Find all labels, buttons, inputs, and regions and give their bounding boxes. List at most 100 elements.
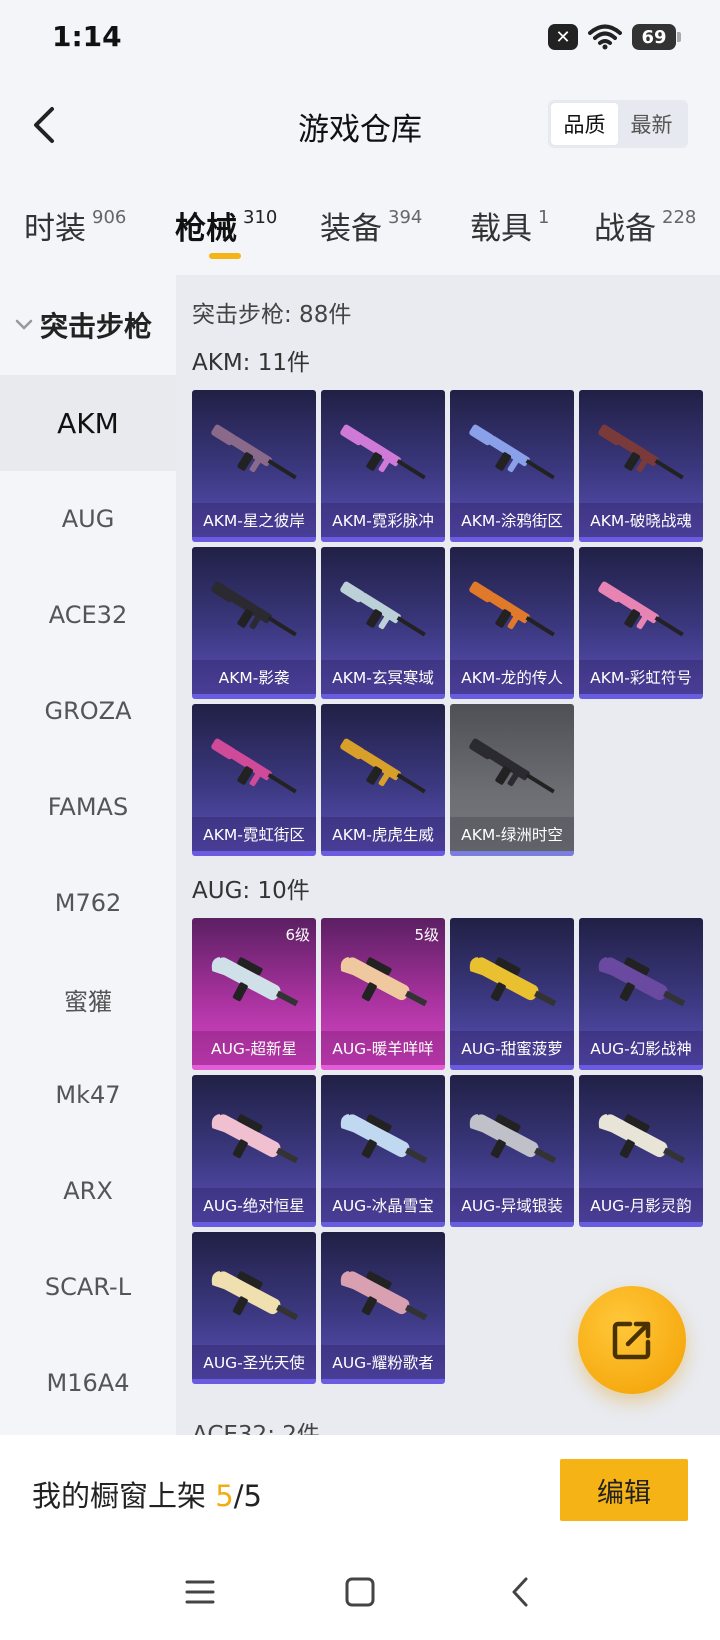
sidebar-category-header[interactable]: 突击步枪 xyxy=(0,275,176,375)
bullpup-rifle-icon xyxy=(211,1113,299,1164)
tab-equipment[interactable]: 装备 394 xyxy=(320,203,422,248)
home-button[interactable] xyxy=(335,1567,385,1617)
tab-firearms[interactable]: 枪械 310 xyxy=(175,203,277,248)
rifle-icon xyxy=(340,738,426,794)
skin-name: AKM-霓虹街区 xyxy=(192,817,316,851)
skin-card[interactable]: AKM-虎虎生威 xyxy=(321,704,445,856)
showcase-max-count: 5 xyxy=(243,1479,262,1513)
skin-card[interactable]: AUG-圣光天使 xyxy=(192,1232,316,1384)
sidebar-item-honey-badger[interactable]: 蜜獾 xyxy=(0,951,176,1047)
skin-name: AKM-破晓战魂 xyxy=(579,503,703,537)
weapon-grid-panel: 突击步枪: 88件 AKM: 11件 AKM-星之彼岸 AKM-霓彩脉冲 AKM… xyxy=(176,275,720,1435)
skin-card[interactable]: AKM-星之彼岸 xyxy=(192,390,316,542)
sidebar-item-arx[interactable]: ARX xyxy=(0,1143,176,1239)
skin-name: AKM-彩虹符号 xyxy=(579,660,703,694)
share-button[interactable] xyxy=(578,1286,686,1394)
sidebar-item-ace32[interactable]: ACE32 xyxy=(0,567,176,663)
skin-card[interactable]: AUG-幻影战神 xyxy=(579,918,703,1070)
status-icons: ✕ 69 xyxy=(548,24,681,50)
skin-name: AUG-圣光天使 xyxy=(192,1345,316,1379)
back-button[interactable] xyxy=(18,100,68,150)
rifle-icon xyxy=(469,424,555,480)
sidebar-item-famas[interactable]: FAMAS xyxy=(0,759,176,855)
chevron-left-icon xyxy=(34,107,54,143)
showcase-separator: / xyxy=(233,1479,244,1513)
showcase-used-count: 5 xyxy=(215,1479,234,1513)
skin-name: AUG-月影灵韵 xyxy=(579,1188,703,1222)
sidebar-item-m16a4[interactable]: M16A4 xyxy=(0,1335,176,1431)
tab-vehicles[interactable]: 载具 1 xyxy=(470,203,549,248)
sidebar-item-groza[interactable]: GROZA xyxy=(0,663,176,759)
level-badge: 5级 xyxy=(414,926,439,944)
skin-card[interactable]: 5级 AUG-暖羊咩咩 xyxy=(321,918,445,1070)
skin-card[interactable]: 6级 AUG-超新星 xyxy=(192,918,316,1070)
skin-card[interactable]: AKM-涂鸦街区 xyxy=(450,390,574,542)
bullpup-rifle-icon xyxy=(211,1270,299,1321)
bullpup-rifle-icon xyxy=(598,956,686,1007)
bullpup-rifle-icon xyxy=(340,1113,428,1164)
wifi-icon xyxy=(588,24,622,50)
skin-name: AUG-超新星 xyxy=(192,1031,316,1065)
group-title-aug: AUG: 10件 xyxy=(192,878,310,904)
tab-count: 906 xyxy=(92,207,127,228)
chevron-down-icon xyxy=(15,319,33,330)
system-nav-bar xyxy=(0,1545,720,1640)
skin-name: AKM-星之彼岸 xyxy=(192,503,316,537)
skin-card[interactable]: AUG-异域银装 xyxy=(450,1075,574,1227)
nav-back-button[interactable] xyxy=(495,1567,545,1617)
skin-card[interactable]: AKM-绿洲时空 xyxy=(450,704,574,856)
menu-button[interactable] xyxy=(175,1567,225,1617)
skin-card[interactable]: AKM-霓彩脉冲 xyxy=(321,390,445,542)
sidebar-item-aug[interactable]: AUG xyxy=(0,471,176,567)
sidebar-item-m762[interactable]: M762 xyxy=(0,855,176,951)
skin-card[interactable]: AKM-影袭 xyxy=(192,547,316,699)
sidebar-item-akm[interactable]: AKM xyxy=(0,375,176,471)
tab-fashion[interactable]: 时装 906 xyxy=(24,203,126,248)
weapon-sidebar: 突击步枪 AKM AUG ACE32 GROZA FAMAS M762 蜜獾 M… xyxy=(0,275,176,1435)
showcase-bar: 我的橱窗上架 5/5 编辑 xyxy=(0,1435,720,1545)
skin-card[interactable]: AUG-绝对恒星 xyxy=(192,1075,316,1227)
sidebar-item-mk47[interactable]: Mk47 xyxy=(0,1047,176,1143)
tab-count: 1 xyxy=(538,207,550,228)
showcase-label: 我的橱窗上架 xyxy=(32,1479,207,1513)
skin-card[interactable]: AKM-玄冥寒域 xyxy=(321,547,445,699)
bullpup-rifle-icon xyxy=(340,1270,428,1321)
rifle-icon xyxy=(340,424,426,480)
rifle-icon xyxy=(211,424,297,480)
skin-card[interactable]: AUG-甜蜜菠萝 xyxy=(450,918,574,1070)
sort-toggle: 品质 最新 xyxy=(548,100,688,148)
edit-button[interactable]: 编辑 xyxy=(560,1459,688,1521)
bullpup-rifle-icon xyxy=(340,956,428,1007)
tab-label: 装备 xyxy=(320,211,382,247)
skin-name: AUG-幻影战神 xyxy=(579,1031,703,1065)
rifle-icon xyxy=(469,581,555,637)
battery-icon: 69 xyxy=(632,24,681,50)
rifle-icon xyxy=(469,738,555,794)
sort-option-newest[interactable]: 最新 xyxy=(618,103,685,145)
active-tab-indicator xyxy=(209,253,241,259)
tab-label: 载具 xyxy=(470,211,532,247)
skin-card[interactable]: AUG-冰晶雪宝 xyxy=(321,1075,445,1227)
skin-card[interactable]: AUG-耀粉歌者 xyxy=(321,1232,445,1384)
skin-name: AUG-耀粉歌者 xyxy=(321,1345,445,1379)
tab-count: 310 xyxy=(243,207,278,228)
skin-card[interactable]: AKM-彩虹符号 xyxy=(579,547,703,699)
back-arrow-icon xyxy=(512,1577,528,1607)
skin-name: AUG-绝对恒星 xyxy=(192,1188,316,1222)
sidebar-item-scar-l[interactable]: SCAR-L xyxy=(0,1239,176,1335)
tab-supplies[interactable]: 战备 228 xyxy=(594,203,696,248)
skin-card[interactable]: AUG-月影灵韵 xyxy=(579,1075,703,1227)
skin-name: AUG-冰晶雪宝 xyxy=(321,1188,445,1222)
sort-option-quality[interactable]: 品质 xyxy=(551,103,618,145)
rifle-icon xyxy=(211,581,297,637)
rifle-icon xyxy=(598,424,684,480)
tab-label: 枪械 xyxy=(175,211,237,247)
skin-card[interactable]: AKM-霓虹街区 xyxy=(192,704,316,856)
skin-name: AKM-绿洲时空 xyxy=(450,817,574,851)
skin-card[interactable]: AKM-龙的传人 xyxy=(450,547,574,699)
skin-name: AUG-甜蜜菠萝 xyxy=(450,1031,574,1065)
skin-card[interactable]: AKM-破晓战魂 xyxy=(579,390,703,542)
skin-name: AKM-涂鸦街区 xyxy=(450,503,574,537)
notification-x-icon: ✕ xyxy=(548,24,578,50)
group-title-akm: AKM: 11件 xyxy=(192,350,310,376)
